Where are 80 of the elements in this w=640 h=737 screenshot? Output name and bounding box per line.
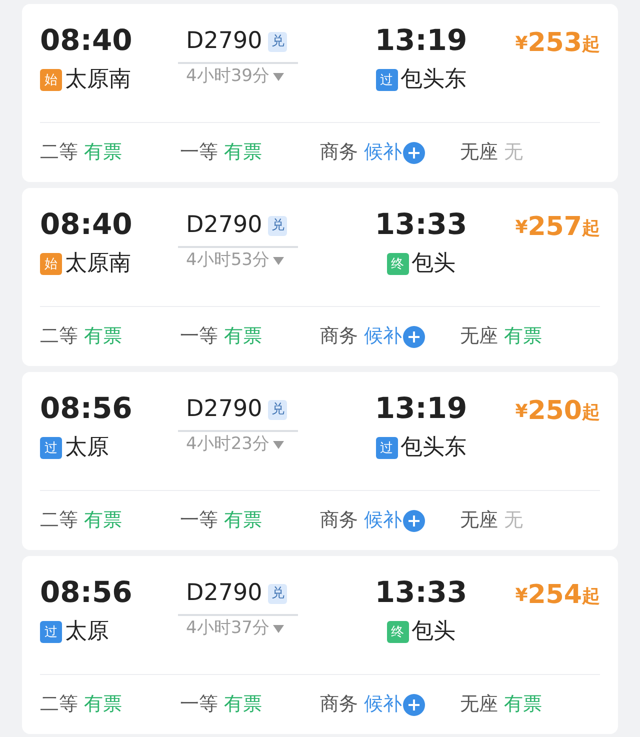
- train-badge: 兑: [268, 216, 288, 236]
- station-name: 包头: [412, 621, 456, 643]
- seat-status: 有票: [84, 508, 122, 534]
- seat-class: 无座: [460, 324, 498, 350]
- seat-status: 候补: [364, 140, 402, 166]
- seat-status: 有票: [504, 692, 542, 718]
- seat-class: 无座: [460, 692, 498, 718]
- seat-class: 商务: [320, 508, 358, 534]
- train-badge: 兑: [268, 584, 288, 604]
- caret-icon: [273, 72, 284, 80]
- train-number: D2790: [186, 214, 262, 237]
- price: ¥253起: [515, 27, 600, 56]
- plus-icon[interactable]: [403, 326, 425, 348]
- train-card[interactable]: 08:56 过 太原 D2790 兑 4小时23分 13:19 过 包头东 ¥250起 二等 有票 一等 有票 商务 候补 无座 无: [22, 372, 618, 550]
- station-name: 包头: [412, 253, 456, 275]
- caret-icon: [273, 256, 284, 264]
- seat-class: 二等: [40, 692, 78, 718]
- seat-status: 候补: [364, 692, 402, 718]
- seat-class: 一等: [180, 140, 218, 166]
- station-tag: 过: [376, 69, 398, 91]
- plus-icon[interactable]: [403, 142, 425, 164]
- seat-class: 二等: [40, 508, 78, 534]
- train-card[interactable]: 08:56 过 太原 D2790 兑 4小时37分 13:33 终 包头 ¥254起 二等 有票 一等 有票 商务 候补 无座 有票: [22, 556, 618, 734]
- seat-class: 无座: [460, 140, 498, 166]
- seat-status: 候补: [364, 324, 402, 350]
- station-tag: 始: [40, 253, 62, 275]
- arrival-time: 13:33: [374, 578, 468, 607]
- plus-icon[interactable]: [403, 510, 425, 532]
- seat-status: 有票: [224, 324, 262, 350]
- price: ¥257起: [515, 211, 600, 240]
- seat-class: 商务: [320, 140, 358, 166]
- seat-status: 有票: [84, 324, 122, 350]
- train-number: D2790: [186, 582, 262, 605]
- seat-status: 候补: [364, 508, 402, 534]
- train-badge: 兑: [268, 32, 288, 52]
- station-tag: 终: [386, 253, 408, 275]
- seat-class: 一等: [180, 692, 218, 718]
- station-name: 包头东: [400, 437, 466, 459]
- seat-class: 二等: [40, 140, 78, 166]
- price: ¥250起: [515, 395, 600, 424]
- train-card[interactable]: 08:40 始 太原南 D2790 兑 4小时39分 13:19 过 包头东 ¥253起 二等 有票 一等 有票 商务 候补 无座 无: [22, 4, 618, 182]
- train-badge: 兑: [268, 400, 288, 420]
- train-number: D2790: [186, 398, 262, 421]
- seat-status: 无: [504, 508, 523, 534]
- seat-class: 商务: [320, 692, 358, 718]
- seat-status: 有票: [224, 508, 262, 534]
- caret-icon: [273, 440, 284, 448]
- seat-status: 无: [504, 140, 523, 166]
- station-name: 太原南: [65, 253, 131, 275]
- seat-status: 有票: [504, 324, 542, 350]
- station-name: 太原: [65, 437, 109, 459]
- price: ¥254起: [515, 579, 600, 608]
- seat-class: 二等: [40, 324, 78, 350]
- departure-time: 08:56: [40, 394, 134, 423]
- caret-icon: [273, 624, 284, 632]
- seat-class: 无座: [460, 508, 498, 534]
- arrival-time: 13:19: [374, 26, 468, 55]
- station-tag: 始: [40, 69, 62, 91]
- train-card[interactable]: 08:40 始 太原南 D2790 兑 4小时53分 13:33 终 包头 ¥257起 二等 有票 一等 有票 商务 候补 无座 有票: [22, 188, 618, 366]
- seat-class: 一等: [180, 508, 218, 534]
- station-tag: 过: [376, 437, 398, 459]
- station-name: 太原: [65, 621, 109, 643]
- arrival-time: 13:19: [374, 394, 468, 423]
- seat-status: 有票: [84, 692, 122, 718]
- station-tag: 过: [40, 437, 62, 459]
- station-name: 包头东: [400, 69, 466, 91]
- seat-class: 一等: [180, 324, 218, 350]
- seat-class: 商务: [320, 324, 358, 350]
- seat-status: 有票: [84, 140, 122, 166]
- station-tag: 终: [386, 621, 408, 643]
- plus-icon[interactable]: [403, 694, 425, 716]
- station-name: 太原南: [65, 69, 131, 91]
- train-number: D2790: [186, 30, 262, 53]
- departure-time: 08:40: [40, 26, 134, 55]
- departure-time: 08:56: [40, 578, 134, 607]
- station-tag: 过: [40, 621, 62, 643]
- arrival-time: 13:33: [374, 210, 468, 239]
- departure-time: 08:40: [40, 210, 134, 239]
- seat-status: 有票: [224, 692, 262, 718]
- seat-status: 有票: [224, 140, 262, 166]
